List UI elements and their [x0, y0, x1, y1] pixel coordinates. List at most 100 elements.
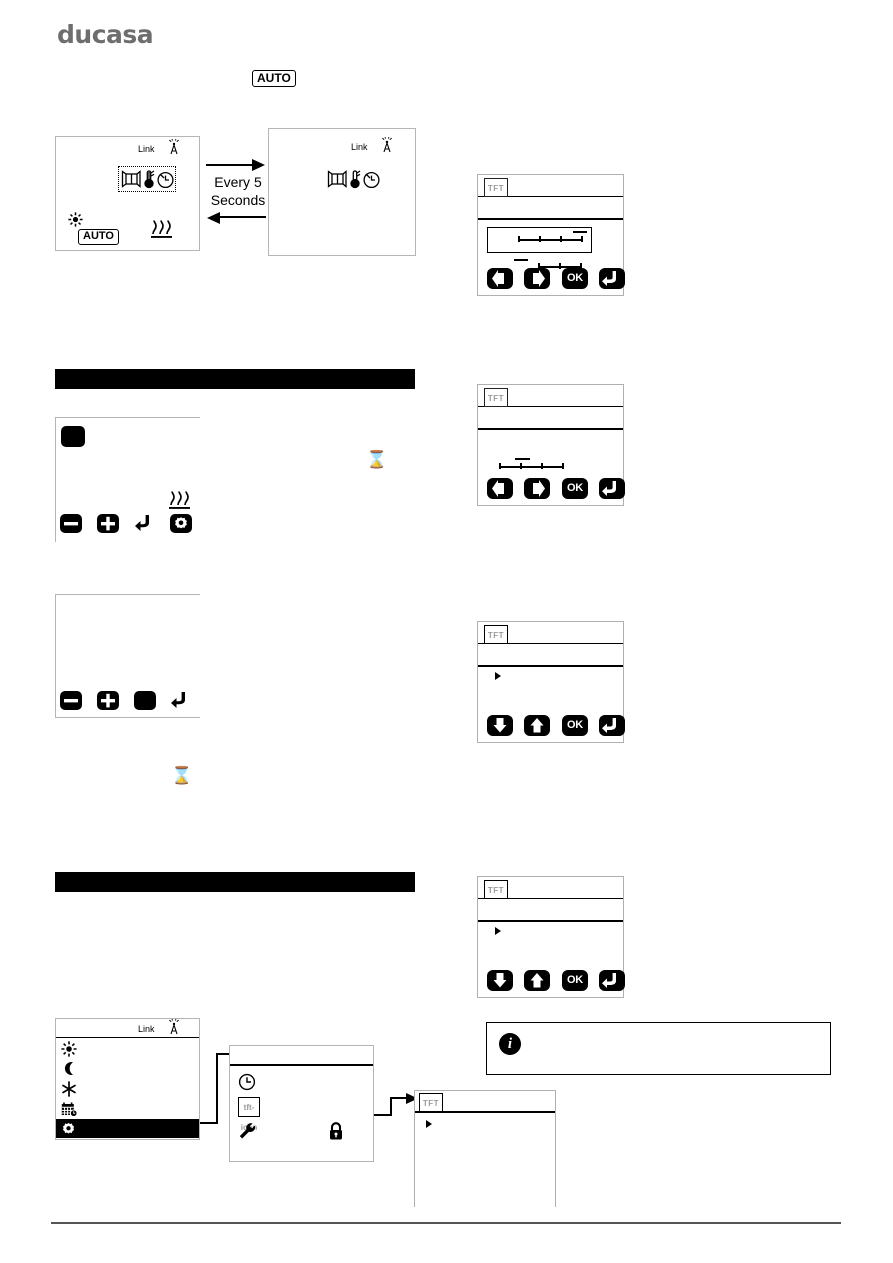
- menu-item-program[interactable]: [56, 1099, 199, 1118]
- clock-icon[interactable]: [238, 1073, 256, 1091]
- triangle-pointer-icon: [495, 927, 501, 935]
- plus-button[interactable]: [97, 691, 119, 710]
- gear-button[interactable]: [170, 514, 192, 533]
- back-button[interactable]: [599, 970, 625, 991]
- menu-item-antifreeze[interactable]: [56, 1079, 199, 1098]
- plus-icon: [101, 693, 115, 708]
- down-arrow-button[interactable]: [487, 970, 513, 991]
- slider-tick-10: [541, 463, 543, 469]
- back-arrow-icon: [602, 481, 616, 496]
- tft-subbar: [478, 197, 623, 220]
- up-arrow-icon: [530, 718, 544, 733]
- tft-panel-4: TFT OK: [477, 876, 625, 998]
- gear-icon: [62, 1122, 75, 1134]
- lock-icon: [330, 1122, 342, 1140]
- back-arrow-icon: [602, 718, 616, 733]
- slider-tick-4: [581, 236, 583, 242]
- right-arrow-icon: [533, 480, 545, 497]
- link-label-2: Link: [351, 142, 368, 152]
- ok-button[interactable]: OK: [562, 970, 588, 991]
- mode-auto-label: AUTO: [78, 229, 119, 245]
- triangle-pointer-icon: [495, 672, 501, 680]
- minus-button[interactable]: [60, 691, 82, 710]
- right-arrow-button[interactable]: [524, 478, 550, 499]
- ok-button[interactable]: OK: [562, 268, 588, 289]
- ok-button[interactable]: OK: [562, 715, 588, 736]
- wrench-icon[interactable]: [238, 1122, 258, 1142]
- link-label: Link: [138, 144, 155, 154]
- menu-item-comfort[interactable]: [56, 1039, 199, 1058]
- menu-item-eco[interactable]: [56, 1059, 199, 1078]
- back-button[interactable]: [599, 268, 625, 289]
- menu-to-settings-arrow-v: [216, 1054, 218, 1124]
- back-button[interactable]: [599, 478, 625, 499]
- auto-badge: AUTO: [252, 69, 296, 87]
- slider-tick-9: [520, 463, 522, 469]
- flow-caption-line2: Seconds: [210, 192, 266, 208]
- link-label-3: Link: [138, 1024, 155, 1034]
- tft-icon[interactable]: tft-icon: [238, 1097, 260, 1132]
- plus-icon: [101, 516, 115, 531]
- sun-icon: [61, 1041, 77, 1057]
- snowflake-icon: [62, 1081, 76, 1097]
- clock-icon: [363, 171, 380, 189]
- left-arrow-icon: [492, 480, 504, 497]
- right-arrow-button[interactable]: [524, 268, 550, 289]
- left-arrow-button[interactable]: [487, 478, 513, 499]
- footer-divider: [51, 1222, 841, 1224]
- antenna-icon: [169, 1019, 179, 1035]
- clock-icon: [157, 171, 174, 189]
- back-arrow-icon: [135, 515, 149, 531]
- slider-tick-3: [560, 236, 562, 242]
- left-arrow-icon: [492, 270, 504, 287]
- slider-tick-6: [559, 263, 561, 269]
- down-arrow-button[interactable]: [487, 715, 513, 736]
- solid-square-icon: [61, 426, 85, 447]
- triangle-pointer-icon: [426, 1120, 432, 1128]
- back-button[interactable]: [599, 715, 625, 736]
- brand-logo: ducasa: [57, 20, 154, 49]
- section-bar-2: [55, 872, 415, 892]
- back-button[interactable]: [170, 691, 192, 710]
- back-arrow-icon: [602, 271, 616, 286]
- antenna-icon: [382, 137, 392, 153]
- menu-item-settings[interactable]: [56, 1119, 199, 1138]
- tft-panel-1: TFT OK: [477, 174, 625, 296]
- flow-arrow-forward-line: [206, 164, 256, 167]
- radiator-icon: [121, 170, 141, 188]
- up-arrow-button[interactable]: [524, 970, 550, 991]
- tft-icon: TFT: [484, 178, 508, 197]
- ok-label: OK: [567, 272, 583, 284]
- down-arrow-icon: [493, 718, 507, 733]
- slider-track-1: [518, 239, 583, 241]
- tft-icon: TFT: [419, 1093, 443, 1112]
- heat-waves-icon: [169, 491, 190, 509]
- slider-handle-1: [573, 231, 587, 233]
- flow-arrow-back-line: [216, 216, 266, 219]
- detail-screen: TFT: [414, 1090, 556, 1207]
- ok-label: OK: [567, 719, 583, 731]
- minus-button[interactable]: [60, 514, 82, 533]
- square-button[interactable]: [134, 691, 156, 710]
- back-button[interactable]: [134, 514, 156, 533]
- minus-icon: [64, 522, 78, 526]
- tft-icon: TFT: [484, 625, 508, 644]
- sun-icon: [68, 212, 83, 227]
- menu-screen: Link: [55, 1018, 200, 1140]
- plus-button[interactable]: [97, 514, 119, 533]
- auto-badge-label: AUTO: [252, 70, 296, 87]
- tft-panel-2: TFT OK: [477, 384, 625, 506]
- calendar-clock-icon: [61, 1102, 78, 1117]
- left-arrow-button[interactable]: [487, 268, 513, 289]
- tft-icon: TFT: [484, 388, 508, 407]
- tft-subbar: [478, 899, 623, 922]
- up-arrow-button[interactable]: [524, 715, 550, 736]
- flow-screen-right: Link: [268, 128, 416, 256]
- ok-button[interactable]: OK: [562, 478, 588, 499]
- heat-waves-icon: [151, 220, 172, 238]
- back-arrow-icon: [171, 692, 185, 708]
- lcd-panel-2: [55, 594, 200, 718]
- flow-arrow-forward-head: [252, 159, 265, 171]
- slider-handle-3: [515, 458, 530, 460]
- slider-tick-11: [562, 463, 564, 469]
